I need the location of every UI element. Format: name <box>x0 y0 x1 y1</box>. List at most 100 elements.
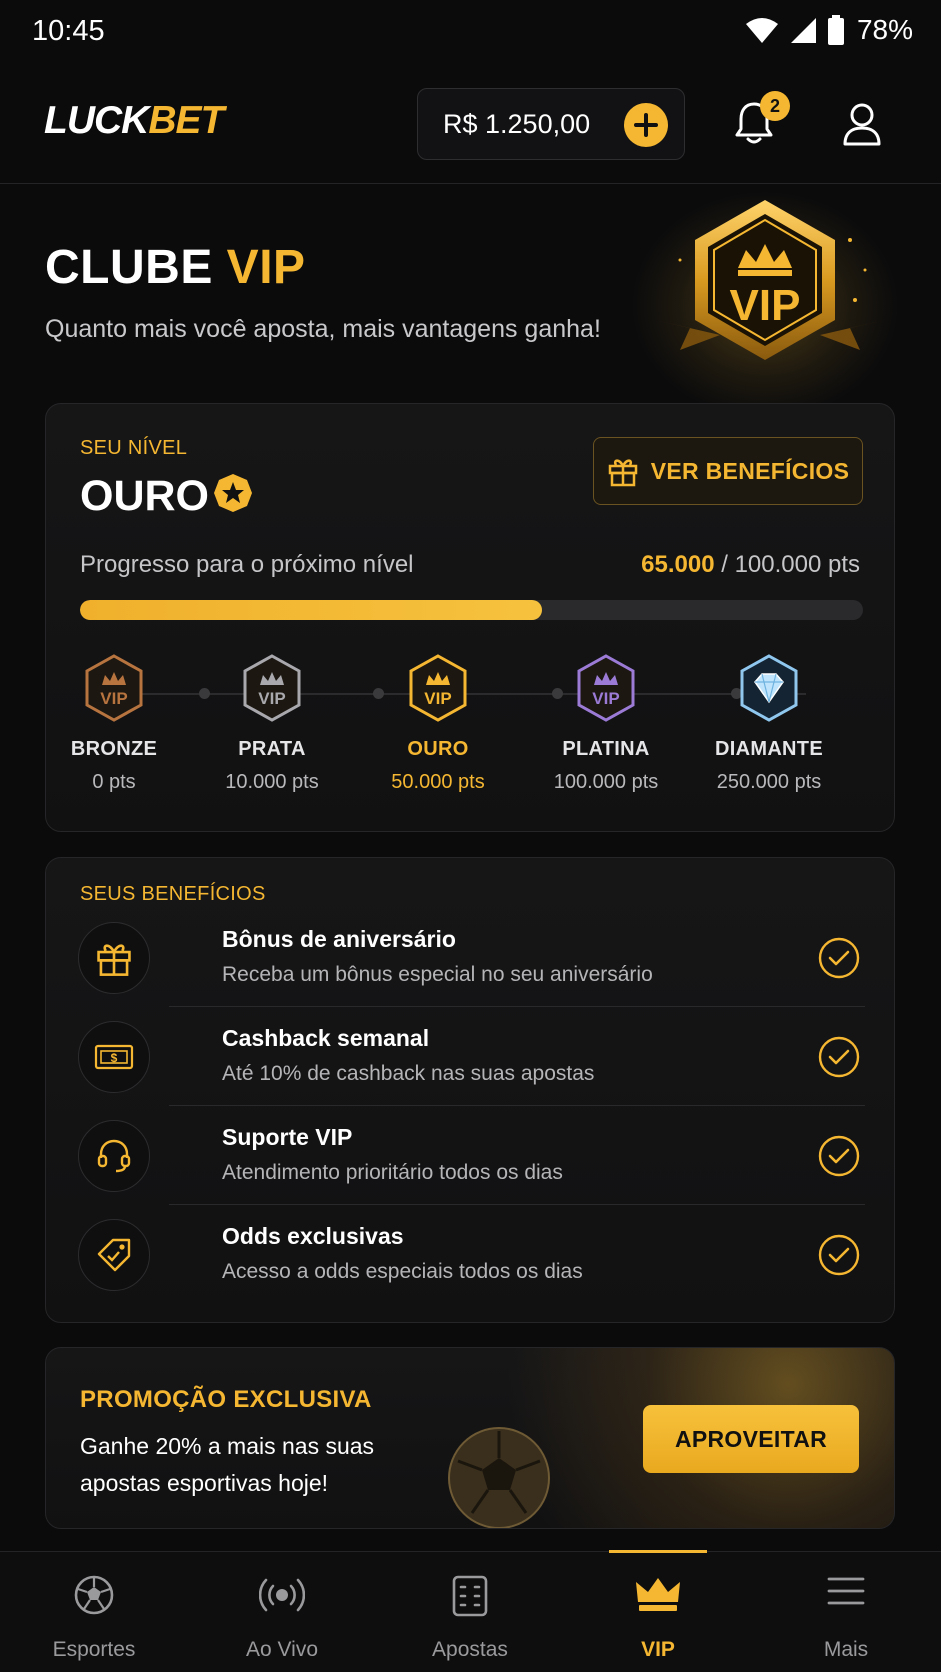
gift-icon <box>97 944 131 976</box>
benefit-icon-circle: $ <box>78 1021 150 1093</box>
wifi-icon <box>745 18 778 43</box>
nav-icon-wrap <box>258 1574 306 1621</box>
check-circle-icon <box>818 1135 860 1177</box>
tier-points: 100.000 pts <box>553 771 659 793</box>
notification-badge: 2 <box>760 91 790 121</box>
ouro-tier-badge-icon: VIP <box>409 654 467 722</box>
nav-label: Ao Vivo <box>246 1638 318 1661</box>
platina-tier-badge-icon: VIP <box>577 654 635 722</box>
app-header: LUCKBET R$ 1.250,00 2 <box>0 66 941 184</box>
tier-name: BRONZE <box>70 738 158 760</box>
benefit-icon-circle <box>78 1120 150 1192</box>
diamond-tier-badge-icon <box>740 654 798 722</box>
page-title-part2: VIP <box>226 241 306 294</box>
svg-text:VIP: VIP <box>258 689 285 708</box>
level-star-icon <box>214 474 252 512</box>
view-benefits-button[interactable]: VER BENEFÍCIOS <box>593 437 863 505</box>
tier-points: 50.000 pts <box>391 771 485 793</box>
add-funds-button[interactable] <box>624 103 668 147</box>
nav-item-vip[interactable]: VIP <box>564 1552 752 1672</box>
logo-text-luck: LUCK <box>44 99 149 142</box>
benefit-title: Cashback semanal <box>222 1025 430 1051</box>
benefit-description: Receba um bônus especial no seu aniversá… <box>222 963 653 986</box>
svg-text:$: $ <box>111 1051 118 1065</box>
progress-bar-fill <box>80 600 542 620</box>
tier-platina: VIP PLATINA 100.000 pts <box>526 654 686 794</box>
vip-emblem-icon: VIP <box>655 200 885 360</box>
progress-bar <box>80 600 863 620</box>
promo-card: PROMOÇÃO EXCLUSIVA Ganhe 20% a mais nas … <box>45 1347 895 1529</box>
balance-box[interactable]: R$ 1.250,00 <box>417 88 685 160</box>
benefit-title: Odds exclusivas <box>222 1223 404 1249</box>
check-circle-icon <box>818 937 860 979</box>
bet-slip-icon <box>452 1575 488 1617</box>
page-subtitle: Quanto mais você aposta, mais vantagens … <box>45 315 601 343</box>
logo-text-bet: BET <box>148 99 224 142</box>
nav-item-esportes[interactable]: Esportes <box>0 1552 188 1672</box>
nav-label: Esportes <box>52 1638 136 1661</box>
user-profile-icon[interactable] <box>842 102 882 146</box>
benefit-description: Acesso a odds especiais todos os dias <box>222 1260 583 1283</box>
nav-icon-wrap <box>634 1574 682 1619</box>
plus-icon <box>634 113 658 137</box>
svg-text:VIP: VIP <box>424 689 451 708</box>
bronze-tier-badge-icon: VIP <box>85 654 143 722</box>
progress-total: 100.000 pts <box>734 551 860 578</box>
page-title: CLUBE VIP <box>45 240 306 295</box>
soccer-ball-icon <box>74 1575 114 1615</box>
tier-name: PLATINA <box>562 738 650 760</box>
nav-item-mais[interactable]: Mais <box>752 1552 940 1672</box>
tier-ouro: VIP OURO 50.000 pts <box>358 654 518 794</box>
svg-text:VIP: VIP <box>592 689 619 708</box>
benefits-card: SEUS BENEFÍCIOS Bônus de aniversário Rece… <box>45 857 895 1323</box>
gift-icon <box>608 459 638 487</box>
nav-item-apostas[interactable]: Apostas <box>376 1552 564 1672</box>
battery-percent: 78% <box>856 14 913 45</box>
tier-name: DIAMANTE <box>715 738 823 760</box>
nav-label: Apostas <box>432 1638 508 1661</box>
benefit-icon-circle <box>78 1219 150 1291</box>
battery-icon <box>827 15 844 45</box>
menu-icon <box>827 1577 865 1605</box>
level-label: SEU NÍVEL <box>80 437 188 459</box>
tier-points: 0 pts <box>92 771 136 793</box>
live-broadcast-icon <box>258 1578 306 1612</box>
benefits-label: SEUS BENEFÍCIOS <box>80 883 266 905</box>
promo-apply-button[interactable]: APROVEITAR <box>643 1405 859 1473</box>
benefit-row[interactable]: Odds exclusivas Acesso a odds especiais t… <box>78 1205 865 1304</box>
status-bar: 10:45 78% <box>0 0 941 66</box>
tier-name: PRATA <box>238 738 306 760</box>
promo-text: Ganhe 20% a mais nas suas apostas esport… <box>80 1433 375 1496</box>
vip-emblem-text: VIP <box>730 281 801 330</box>
benefit-description: Atendimento prioritário todos os dias <box>222 1161 563 1184</box>
benefit-row[interactable]: Bônus de aniversário Receba um bônus espe… <box>78 908 865 1007</box>
progress-separator: / <box>714 551 735 578</box>
level-card: SEU NÍVEL OURO VER BENEFÍCIOS Progresso … <box>45 403 895 832</box>
benefit-description: Até 10% de cashback nas suas apostas <box>222 1062 595 1085</box>
page-title-part1: CLUBE <box>45 241 213 294</box>
check-circle-icon <box>818 1234 860 1276</box>
tier-bronze: VIP BRONZE 0 pts <box>34 654 194 794</box>
nav-icon-wrap <box>451 1574 489 1623</box>
prata-tier-badge-icon: VIP <box>243 654 301 722</box>
benefit-row[interactable]: $ Cashback semanal Até 10% de cashback nas… <box>78 1007 865 1106</box>
status-time: 10:45 <box>32 15 105 47</box>
cash-icon: $ <box>94 1044 134 1070</box>
benefit-icon-circle <box>78 922 150 994</box>
nav-icon-wrap <box>826 1574 866 1613</box>
tier-diamante: DIAMANTE 250.000 pts <box>689 654 849 794</box>
benefit-title: Bônus de aniversário <box>222 926 456 952</box>
nav-item-ao-vivo[interactable]: Ao Vivo <box>188 1552 376 1672</box>
nav-label: Mais <box>823 1638 869 1661</box>
soccer-ball-image <box>448 1427 550 1528</box>
tier-points: 10.000 pts <box>225 771 319 793</box>
headset-icon <box>97 1139 131 1173</box>
tier-points: 250.000 pts <box>716 771 822 793</box>
current-level-name: OURO <box>80 472 209 520</box>
app-logo[interactable]: LUCKBET <box>44 99 224 143</box>
status-icons: 78% <box>745 14 913 46</box>
balance-amount: R$ 1.250,00 <box>443 109 591 139</box>
benefit-row[interactable]: Suporte VIP Atendimento prioritário todos… <box>78 1106 865 1205</box>
tier-prata: VIP PRATA 10.000 pts <box>192 654 352 794</box>
nav-icon-wrap <box>73 1574 115 1621</box>
